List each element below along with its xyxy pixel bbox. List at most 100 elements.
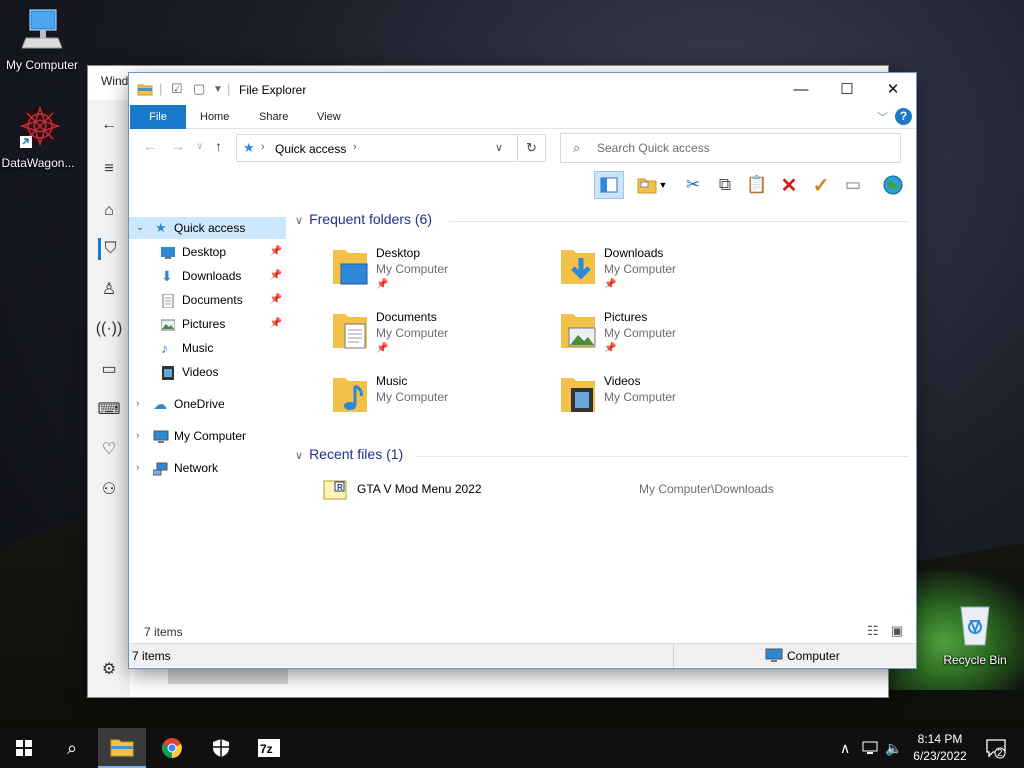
pin-icon: 📌 (376, 343, 389, 354)
nav-my-computer[interactable]: › My Computer (129, 425, 286, 447)
network-icon (152, 461, 168, 476)
chevron-down-icon[interactable]: ⌄ (136, 217, 144, 239)
7zip-icon[interactable]: 7z (245, 728, 293, 768)
chrome-icon[interactable] (148, 728, 196, 768)
clock[interactable]: 8:14 PM 6/23/2022 (905, 731, 975, 765)
desktop-icon-my-computer[interactable]: My Computer (0, 8, 84, 72)
security-icon[interactable] (197, 728, 245, 768)
help-button[interactable]: ? (895, 108, 912, 125)
volume-icon[interactable]: 🔈 (885, 728, 902, 768)
frequent-folders-header[interactable]: ∨ Frequent folders (6) (295, 211, 432, 227)
nav-onedrive[interactable]: › ☁ OneDrive (129, 393, 286, 415)
folder-tile-documents[interactable]: Documents My Computer 📌 (331, 310, 541, 362)
show-hidden-icons-icon[interactable]: ∧ (840, 728, 850, 768)
chevron-right-icon[interactable]: › (136, 457, 139, 479)
home-icon[interactable]: ⌂ (98, 200, 120, 222)
pin-icon[interactable]: 📌 (270, 289, 282, 311)
search-icon[interactable]: ⌕ (48, 728, 96, 768)
desktop-icon-datawagon[interactable]: DataWagon... (0, 105, 80, 170)
nav-documents[interactable]: Documents 📌 (129, 289, 286, 311)
tab-home[interactable]: Home (186, 105, 243, 129)
folder-tile-desktop[interactable]: Desktop My Computer 📌 (331, 246, 541, 298)
shield-icon[interactable]: ⛉ (98, 238, 120, 260)
tab-share[interactable]: Share (245, 105, 302, 129)
address-bar[interactable]: ★ › Quick access › ∨ (236, 134, 518, 162)
nav-videos[interactable]: Videos (129, 361, 286, 383)
folder-location: My Computer (376, 262, 449, 276)
start-icon[interactable] (0, 728, 48, 768)
maximize-button[interactable]: ☐ (824, 73, 870, 105)
app-window-icon[interactable]: ▭ (98, 358, 120, 380)
search-icon: ⌕ (573, 140, 581, 155)
customize-qat-icon[interactable]: ▼ (213, 84, 223, 95)
globe-icon[interactable] (878, 171, 908, 199)
tab-file[interactable]: File (130, 105, 186, 129)
computer-icon (153, 429, 169, 443)
chevron-right-icon[interactable]: › (136, 425, 139, 447)
folder-tile-videos[interactable]: Videos My Computer (559, 374, 769, 426)
pin-icon[interactable]: 📌 (270, 265, 282, 287)
nav-downloads[interactable]: ⬇ Downloads 📌 (129, 265, 286, 287)
search-input[interactable] (597, 140, 887, 156)
file-explorer-window[interactable]: | ☑ ▢ ▼ | File Explorer — ☐ ✕ File Home … (129, 73, 916, 668)
back-icon[interactable]: ← (98, 114, 120, 136)
chevron-right-icon[interactable]: › (353, 141, 357, 153)
nav-pictures[interactable]: Pictures 📌 (129, 313, 286, 335)
rename-icon[interactable]: ▭ (838, 171, 868, 199)
search-box[interactable]: ⌕ (560, 133, 901, 163)
nav-desktop[interactable]: Desktop 📌 (129, 241, 286, 263)
up-icon[interactable]: ↑ (215, 138, 222, 154)
nav-music[interactable]: ♪ Music (129, 337, 286, 359)
refresh-button[interactable]: ↻ (518, 134, 546, 162)
group-title: Recent files (1) (309, 446, 404, 462)
desktop-icon-recycle-bin[interactable]: Recycle Bin (933, 603, 1017, 667)
pin-icon: 📌 (604, 279, 617, 290)
laptop-icon[interactable]: ⌨ (97, 398, 120, 420)
chevron-right-icon[interactable]: › (136, 393, 139, 415)
details-view-icon[interactable]: ☷ (867, 623, 879, 639)
paste-icon[interactable]: 📋 (742, 171, 772, 199)
nav-quick-access[interactable]: ⌄ ★ Quick access (129, 217, 286, 239)
delete-icon[interactable]: ✕ (774, 171, 804, 199)
file-explorer-icon[interactable] (98, 728, 146, 768)
notification-center-icon[interactable]: 2 (985, 728, 1007, 768)
datawagon-icon (0, 105, 80, 153)
pin-icon[interactable]: 📌 (270, 241, 282, 263)
nav-network[interactable]: › Network (129, 457, 286, 479)
chevron-right-icon[interactable]: › (261, 141, 265, 153)
hamburger-icon[interactable]: ≡ (98, 158, 120, 180)
pin-icon[interactable]: 📌 (270, 313, 282, 335)
tab-view[interactable]: View (303, 105, 355, 129)
heart-icon[interactable]: ♡ (98, 438, 120, 460)
cut-icon[interactable]: ✂ (678, 171, 708, 199)
forward-icon[interactable]: → (171, 138, 185, 154)
recent-locations-icon[interactable]: ∨ (196, 141, 203, 152)
expand-ribbon-icon[interactable]: ﹀ (877, 109, 888, 125)
folder-tile-pictures[interactable]: Pictures My Computer 📌 (559, 310, 769, 362)
recent-file-row[interactable]: R GTA V Mod Menu 2022 My Computer\Downlo… (319, 478, 899, 502)
person-icon[interactable]: ♙ (98, 278, 120, 300)
family-icon[interactable]: ⚇ (98, 478, 120, 500)
divider (449, 221, 909, 222)
network-status-icon[interactable] (862, 728, 878, 768)
address-dropdown-icon[interactable]: ∨ (495, 141, 503, 154)
folder-tile-music[interactable]: Music My Computer (331, 374, 541, 426)
large-icons-view-icon[interactable]: ▣ (891, 623, 903, 639)
folder-tile-downloads[interactable]: Downloads My Computer 📌 (559, 246, 769, 298)
recent-files-header[interactable]: ∨ Recent files (1) (295, 446, 403, 462)
new-folder-icon[interactable]: ▢ (193, 81, 205, 97)
nav-label: Documents (182, 293, 243, 307)
gear-icon[interactable]: ⚙ (98, 658, 120, 680)
wireless-icon[interactable]: ((·)) (96, 318, 123, 340)
minimize-button[interactable]: — (778, 73, 824, 105)
desktop-icon-label: DataWagon... (1, 156, 75, 170)
download-icon: ⬇ (161, 268, 173, 284)
copy-icon[interactable]: ⧉ (710, 171, 740, 199)
properties-icon[interactable]: ☑ (171, 81, 183, 97)
preview-pane-button[interactable] (594, 171, 624, 199)
dropdown-icon[interactable]: ▼ (656, 171, 670, 199)
close-button[interactable]: ✕ (870, 73, 916, 105)
checkmark-icon[interactable]: ✓ (806, 171, 836, 199)
back-icon[interactable]: ← (143, 138, 157, 154)
navigation-pane: ⌄ ★ Quick access Desktop 📌 ⬇ Downloads 📌… (129, 213, 289, 633)
